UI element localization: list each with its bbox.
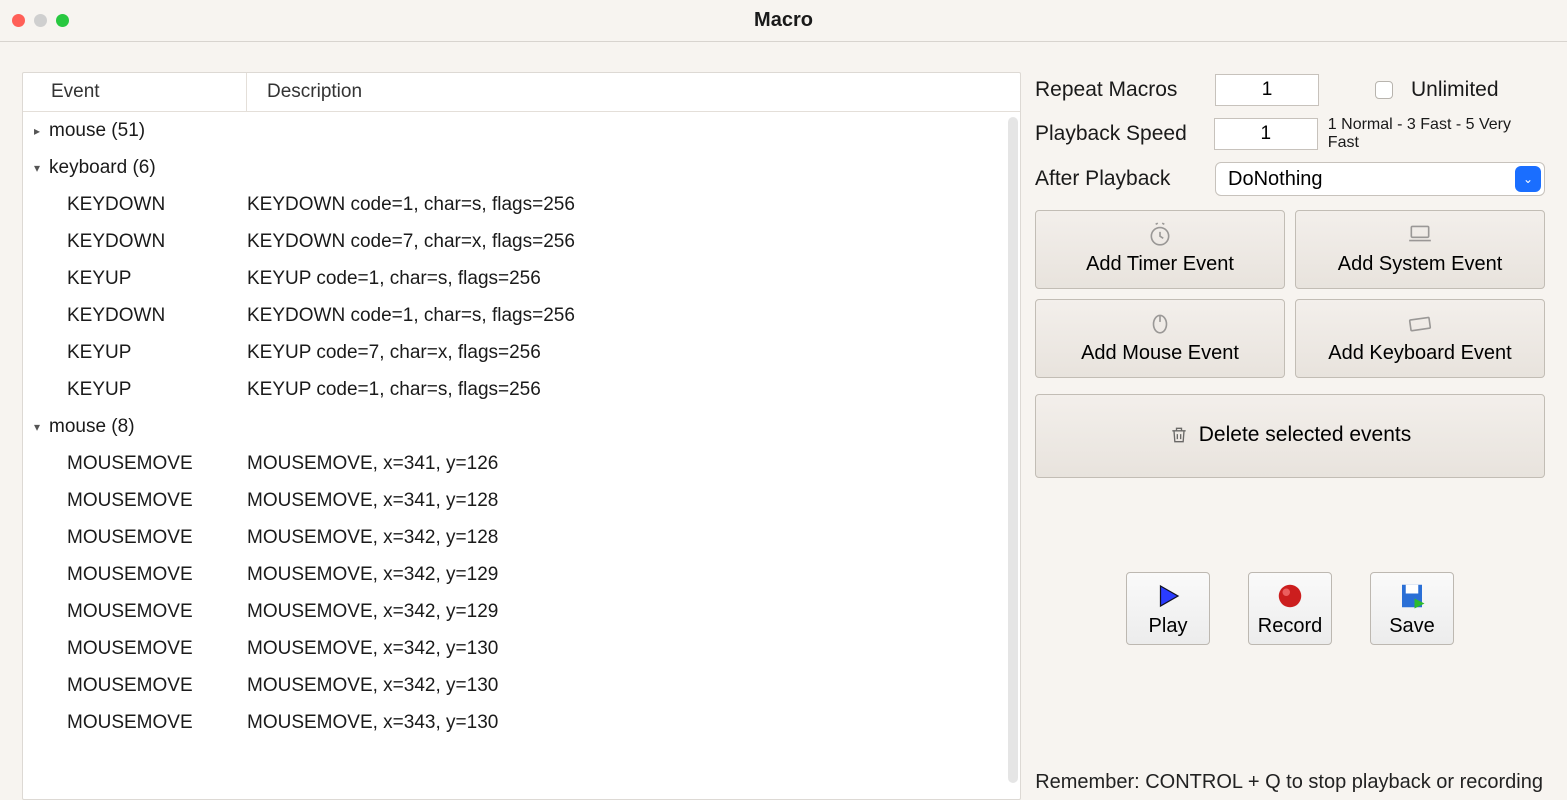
event-cell: MOUSEMOVE	[67, 453, 247, 475]
event-cell: MOUSEMOVE	[67, 712, 247, 734]
event-cell: KEYUP	[67, 342, 247, 364]
description-cell: KEYUP code=1, char=s, flags=256	[247, 268, 1020, 290]
chevron-down-icon[interactable]: ▾	[29, 161, 45, 175]
column-event[interactable]: Event	[23, 73, 247, 111]
description-cell: MOUSEMOVE, x=342, y=130	[247, 638, 1020, 660]
group-label: mouse (51)	[45, 120, 145, 142]
tree-item[interactable]: MOUSEMOVEMOUSEMOVE, x=341, y=128	[23, 482, 1020, 519]
description-cell: MOUSEMOVE, x=343, y=130	[247, 712, 1020, 734]
save-icon	[1395, 581, 1429, 611]
mouse-icon	[1143, 310, 1177, 336]
tree-item[interactable]: KEYDOWNKEYDOWN code=7, char=x, flags=256	[23, 223, 1020, 260]
event-cell: MOUSEMOVE	[67, 564, 247, 586]
delete-events-button[interactable]: Delete selected events	[1035, 394, 1545, 478]
event-cell: MOUSEMOVE	[67, 527, 247, 549]
play-icon	[1151, 581, 1185, 611]
clock-icon	[1143, 221, 1177, 247]
event-table: Event Description ▸mouse (51)▾keyboard (…	[22, 72, 1021, 800]
tree-item[interactable]: KEYUPKEYUP code=1, char=s, flags=256	[23, 371, 1020, 408]
description-cell: KEYDOWN code=7, char=x, flags=256	[247, 231, 1020, 253]
window-title: Macro	[754, 9, 813, 32]
tree-group[interactable]: ▾mouse (8)	[23, 408, 1020, 445]
save-button[interactable]: Save	[1370, 572, 1454, 645]
footer-hint: Remember: CONTROL + Q to stop playback o…	[1035, 771, 1543, 794]
tree-item[interactable]: KEYDOWNKEYDOWN code=1, char=s, flags=256	[23, 297, 1020, 334]
chevron-down-icon[interactable]: ▾	[29, 420, 45, 434]
speed-label: Playback Speed	[1035, 122, 1204, 146]
add-mouse-button[interactable]: Add Mouse Event	[1035, 299, 1285, 378]
event-cell: MOUSEMOVE	[67, 675, 247, 697]
table-header: Event Description	[23, 73, 1020, 112]
description-cell: MOUSEMOVE, x=341, y=128	[247, 490, 1020, 512]
window-controls	[12, 14, 69, 27]
event-cell: MOUSEMOVE	[67, 490, 247, 512]
after-playback-select[interactable]: DoNothing	[1215, 162, 1545, 196]
after-playback-label: After Playback	[1035, 167, 1205, 191]
repeat-label: Repeat Macros	[1035, 78, 1205, 102]
group-label: keyboard (6)	[45, 157, 156, 179]
record-icon	[1273, 581, 1307, 611]
event-cell: KEYDOWN	[67, 194, 247, 216]
description-cell: MOUSEMOVE, x=342, y=130	[247, 675, 1020, 697]
tree-item[interactable]: MOUSEMOVEMOUSEMOVE, x=341, y=126	[23, 445, 1020, 482]
add-keyboard-button[interactable]: Add Keyboard Event	[1295, 299, 1545, 378]
description-cell: MOUSEMOVE, x=342, y=129	[247, 601, 1020, 623]
record-button[interactable]: Record	[1248, 572, 1332, 645]
tree-item[interactable]: KEYDOWNKEYDOWN code=1, char=s, flags=256	[23, 186, 1020, 223]
event-tree[interactable]: ▸mouse (51)▾keyboard (6)KEYDOWNKEYDOWN c…	[23, 112, 1020, 799]
event-cell: KEYUP	[67, 379, 247, 401]
description-cell: KEYUP code=7, char=x, flags=256	[247, 342, 1020, 364]
unlimited-label: Unlimited	[1411, 78, 1499, 102]
description-cell: MOUSEMOVE, x=342, y=129	[247, 564, 1020, 586]
titlebar: Macro	[0, 0, 1567, 42]
close-icon[interactable]	[12, 14, 25, 27]
laptop-icon	[1403, 221, 1437, 247]
controls-panel: Repeat Macros Unlimited Playback Speed 1…	[1035, 72, 1545, 800]
description-cell: MOUSEMOVE, x=341, y=126	[247, 453, 1020, 475]
event-cell: KEYDOWN	[67, 231, 247, 253]
description-cell: MOUSEMOVE, x=342, y=128	[247, 527, 1020, 549]
tree-group[interactable]: ▾keyboard (6)	[23, 149, 1020, 186]
event-cell: KEYUP	[67, 268, 247, 290]
speed-hint: 1 Normal - 3 Fast - 5 Very Fast	[1328, 116, 1545, 152]
unlimited-checkbox[interactable]	[1375, 81, 1393, 99]
minimize-icon[interactable]	[34, 14, 47, 27]
tree-item[interactable]: MOUSEMOVEMOUSEMOVE, x=342, y=129	[23, 556, 1020, 593]
tree-item[interactable]: KEYUPKEYUP code=7, char=x, flags=256	[23, 334, 1020, 371]
tree-item[interactable]: MOUSEMOVEMOUSEMOVE, x=343, y=130	[23, 704, 1020, 741]
event-cell: MOUSEMOVE	[67, 601, 247, 623]
repeat-input[interactable]	[1215, 74, 1319, 106]
description-cell: KEYDOWN code=1, char=s, flags=256	[247, 194, 1020, 216]
event-cell: KEYDOWN	[67, 305, 247, 327]
description-cell: KEYDOWN code=1, char=s, flags=256	[247, 305, 1020, 327]
add-timer-button[interactable]: Add Timer Event	[1035, 210, 1285, 289]
group-label: mouse (8)	[45, 416, 135, 438]
column-description[interactable]: Description	[247, 73, 1020, 111]
event-cell: MOUSEMOVE	[67, 638, 247, 660]
tree-item[interactable]: MOUSEMOVEMOUSEMOVE, x=342, y=130	[23, 667, 1020, 704]
add-system-button[interactable]: Add System Event	[1295, 210, 1545, 289]
tree-item[interactable]: KEYUPKEYUP code=1, char=s, flags=256	[23, 260, 1020, 297]
play-button[interactable]: Play	[1126, 572, 1210, 645]
tree-item[interactable]: MOUSEMOVEMOUSEMOVE, x=342, y=129	[23, 593, 1020, 630]
keyboard-icon	[1403, 310, 1437, 336]
maximize-icon[interactable]	[56, 14, 69, 27]
trash-icon	[1169, 424, 1189, 446]
tree-group[interactable]: ▸mouse (51)	[23, 112, 1020, 149]
tree-item[interactable]: MOUSEMOVEMOUSEMOVE, x=342, y=128	[23, 519, 1020, 556]
speed-input[interactable]	[1214, 118, 1318, 150]
chevron-right-icon[interactable]: ▸	[29, 124, 45, 138]
description-cell: KEYUP code=1, char=s, flags=256	[247, 379, 1020, 401]
tree-item[interactable]: MOUSEMOVEMOUSEMOVE, x=342, y=130	[23, 630, 1020, 667]
